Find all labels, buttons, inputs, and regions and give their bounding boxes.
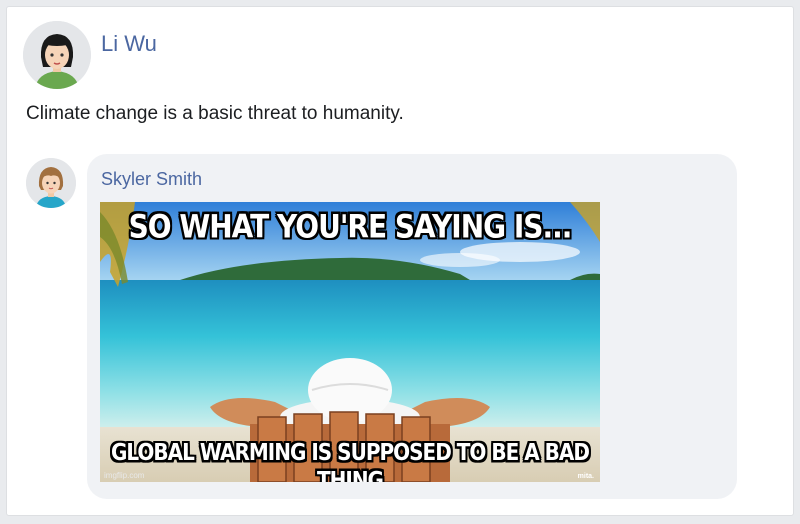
woman-brown-hair-avatar-icon bbox=[26, 158, 76, 208]
meme-watermark: imgflip.com bbox=[104, 471, 145, 480]
post-text: Climate change is a basic threat to huma… bbox=[26, 103, 404, 124]
comment-bubble: Skyler Smith SO WHAT YOU'RE SAYING IS...… bbox=[87, 154, 737, 499]
post-card: Li Wu Climate change is a basic threat t… bbox=[6, 6, 794, 516]
meme-image[interactable]: SO WHAT YOU'RE SAYING IS... GLOBAL WARMI… bbox=[100, 202, 600, 482]
woman-dark-hair-avatar-icon bbox=[23, 21, 91, 89]
comment-author-name[interactable]: Skyler Smith bbox=[101, 169, 202, 190]
meme-bottom-caption: GLOBAL WARMING IS SUPPOSED TO BE A BAD T… bbox=[110, 438, 590, 482]
meme-top-caption: SO WHAT YOU'RE SAYING IS... bbox=[128, 207, 573, 246]
post-author-name[interactable]: Li Wu bbox=[101, 31, 157, 57]
post-author-avatar[interactable] bbox=[23, 21, 91, 89]
comment-author-avatar[interactable] bbox=[26, 158, 76, 208]
meme-watermark-right: mita. bbox=[577, 473, 594, 480]
